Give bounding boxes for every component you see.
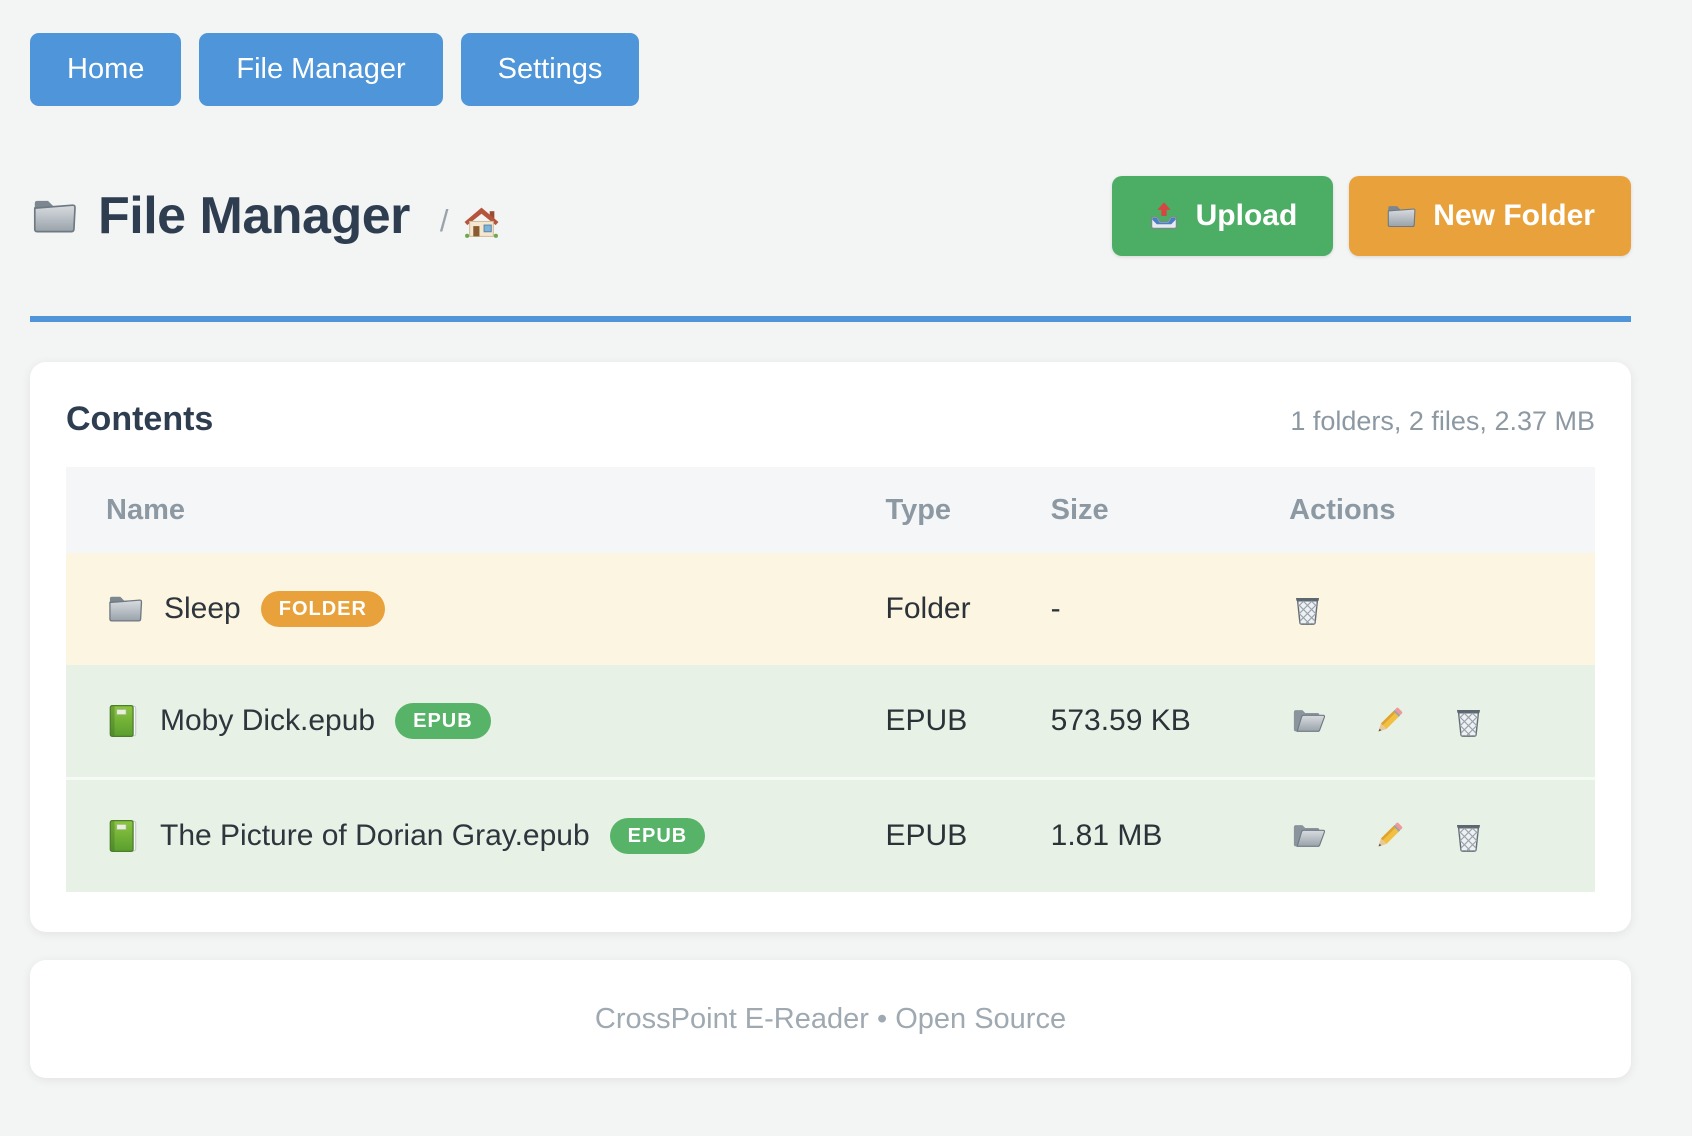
folder-badge: FOLDER xyxy=(261,591,385,627)
file-type: EPUB xyxy=(886,819,1051,853)
top-nav: Home File Manager Settings xyxy=(30,0,1631,106)
file-type: Folder xyxy=(886,592,1051,626)
trash-icon xyxy=(1450,703,1487,740)
column-header-actions: Actions xyxy=(1289,494,1595,527)
green-book-icon xyxy=(106,818,140,854)
upload-button-label: Upload xyxy=(1196,199,1298,233)
column-header-name: Name xyxy=(66,494,886,527)
house-icon[interactable] xyxy=(463,205,500,240)
page-container: Home File Manager Settings File Manager … xyxy=(30,0,1631,1078)
nav-home-button[interactable]: Home xyxy=(30,33,181,106)
folder-icon xyxy=(30,196,78,237)
footer-card: CrossPoint E-Reader • Open Source xyxy=(30,960,1631,1078)
file-type: EPUB xyxy=(886,704,1051,738)
contents-card: Contents 1 folders, 2 files, 2.37 MB Nam… xyxy=(30,362,1631,932)
delete-button[interactable] xyxy=(1450,703,1487,740)
file-table: Name Type Size Actions Sleep FOLDER Fold… xyxy=(66,467,1595,892)
table-row-moby-dick[interactable]: Moby Dick.epub EPUB EPUB 573.59 KB xyxy=(66,665,1595,777)
contents-card-header: Contents 1 folders, 2 files, 2.37 MB xyxy=(66,392,1595,439)
new-folder-button[interactable]: New Folder xyxy=(1349,176,1631,256)
page-header: File Manager / Upload New Folder xyxy=(30,176,1631,256)
pencil-icon xyxy=(1371,704,1406,739)
green-book-icon xyxy=(106,703,140,739)
file-name: The Picture of Dorian Gray.epub xyxy=(160,819,590,853)
epub-badge: EPUB xyxy=(610,818,706,854)
file-size: 1.81 MB xyxy=(1051,819,1290,853)
title-group: File Manager / xyxy=(30,186,500,246)
delete-button[interactable] xyxy=(1450,818,1487,855)
page-title: File Manager xyxy=(98,186,410,246)
table-row-sleep[interactable]: Sleep FOLDER Folder - xyxy=(66,553,1595,665)
move-button[interactable] xyxy=(1289,820,1327,852)
contents-title: Contents xyxy=(66,400,213,439)
breadcrumb-separator: / xyxy=(440,203,449,239)
delete-button[interactable] xyxy=(1289,591,1326,628)
table-row-dorian-gray[interactable]: The Picture of Dorian Gray.epub EPUB EPU… xyxy=(66,777,1595,892)
trash-icon xyxy=(1450,818,1487,855)
epub-badge: EPUB xyxy=(395,703,491,739)
file-size: 573.59 KB xyxy=(1051,704,1290,738)
nav-file-manager-button[interactable]: File Manager xyxy=(199,33,442,106)
column-header-size: Size xyxy=(1051,494,1290,527)
header-divider xyxy=(30,316,1631,322)
folder-icon xyxy=(106,593,144,625)
upload-button[interactable]: Upload xyxy=(1112,176,1334,256)
column-header-type: Type xyxy=(886,494,1051,527)
file-size: - xyxy=(1051,592,1290,626)
table-header-row: Name Type Size Actions xyxy=(66,467,1595,553)
rename-button[interactable] xyxy=(1371,819,1406,854)
header-actions: Upload New Folder xyxy=(1112,176,1631,256)
move-button[interactable] xyxy=(1289,705,1327,737)
new-folder-button-label: New Folder xyxy=(1433,199,1595,233)
file-name: Sleep xyxy=(164,592,241,626)
outbox-tray-icon xyxy=(1148,201,1180,231)
trash-icon xyxy=(1289,591,1326,628)
pencil-icon xyxy=(1371,819,1406,854)
footer-text: CrossPoint E-Reader • Open Source xyxy=(595,1003,1066,1036)
open-folder-icon xyxy=(1289,705,1327,737)
nav-settings-button[interactable]: Settings xyxy=(461,33,640,106)
contents-summary: 1 folders, 2 files, 2.37 MB xyxy=(1290,406,1595,437)
open-folder-icon xyxy=(1289,820,1327,852)
file-name: Moby Dick.epub xyxy=(160,704,375,738)
folder-icon xyxy=(1385,203,1417,230)
rename-button[interactable] xyxy=(1371,704,1406,739)
